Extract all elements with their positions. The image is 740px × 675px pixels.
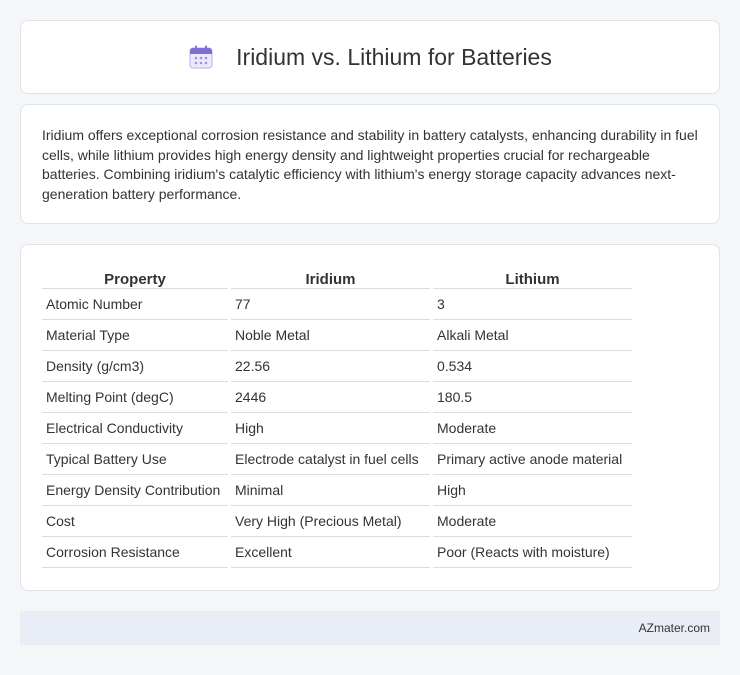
cell-iridium: Minimal bbox=[231, 475, 430, 506]
intro-text: Iridium offers exceptional corrosion res… bbox=[42, 127, 698, 202]
cell-lithium: High bbox=[433, 475, 632, 506]
cell-lithium: 0.534 bbox=[433, 351, 632, 382]
cell-iridium: 22.56 bbox=[231, 351, 430, 382]
header-card: Iridium vs. Lithium for Batteries bbox=[20, 20, 720, 94]
header-iridium: Iridium bbox=[231, 265, 430, 289]
cell-lithium: 3 bbox=[433, 289, 632, 320]
table-row: Cost Very High (Precious Metal) Moderate bbox=[42, 506, 632, 537]
cell-lithium: Alkali Metal bbox=[433, 320, 632, 351]
table-header-row: Property Iridium Lithium bbox=[42, 265, 632, 289]
cell-iridium: Excellent bbox=[231, 537, 430, 568]
cell-lithium: Moderate bbox=[433, 506, 632, 537]
footer: AZmater.com bbox=[20, 611, 720, 645]
cell-iridium: 2446 bbox=[231, 382, 430, 413]
footer-brand[interactable]: AZmater.com bbox=[639, 621, 710, 635]
header-lithium: Lithium bbox=[433, 265, 632, 289]
table-row: Electrical Conductivity High Moderate bbox=[42, 413, 632, 444]
cell-property: Electrical Conductivity bbox=[42, 413, 228, 444]
cell-lithium: Primary active anode material bbox=[433, 444, 632, 475]
cell-lithium: Poor (Reacts with moisture) bbox=[433, 537, 632, 568]
cell-property: Typical Battery Use bbox=[42, 444, 228, 475]
cell-property: Energy Density Contribution bbox=[42, 475, 228, 506]
cell-property: Density (g/cm3) bbox=[42, 351, 228, 382]
cell-iridium: 77 bbox=[231, 289, 430, 320]
cell-iridium: Very High (Precious Metal) bbox=[231, 506, 430, 537]
cell-iridium: Noble Metal bbox=[231, 320, 430, 351]
cell-property: Atomic Number bbox=[42, 289, 228, 320]
cell-property: Corrosion Resistance bbox=[42, 537, 228, 568]
comparison-table: Property Iridium Lithium Atomic Number 7… bbox=[39, 265, 635, 568]
header-property: Property bbox=[42, 265, 228, 289]
cell-property: Cost bbox=[42, 506, 228, 537]
cell-property: Material Type bbox=[42, 320, 228, 351]
table-row: Atomic Number 77 3 bbox=[42, 289, 632, 320]
table-row: Melting Point (degC) 2446 180.5 bbox=[42, 382, 632, 413]
cell-lithium: Moderate bbox=[433, 413, 632, 444]
intro-card: Iridium offers exceptional corrosion res… bbox=[20, 104, 720, 224]
cell-iridium: High bbox=[231, 413, 430, 444]
cell-property: Melting Point (degC) bbox=[42, 382, 228, 413]
table-row: Material Type Noble Metal Alkali Metal bbox=[42, 320, 632, 351]
table-row: Density (g/cm3) 22.56 0.534 bbox=[42, 351, 632, 382]
table-row: Corrosion Resistance Excellent Poor (Rea… bbox=[42, 537, 632, 568]
cell-lithium: 180.5 bbox=[433, 382, 632, 413]
table-row: Typical Battery Use Electrode catalyst i… bbox=[42, 444, 632, 475]
calendar-icon bbox=[188, 44, 214, 70]
table-row: Energy Density Contribution Minimal High bbox=[42, 475, 632, 506]
page-title: Iridium vs. Lithium for Batteries bbox=[236, 43, 552, 70]
cell-iridium: Electrode catalyst in fuel cells bbox=[231, 444, 430, 475]
table-card: Property Iridium Lithium Atomic Number 7… bbox=[20, 244, 720, 591]
